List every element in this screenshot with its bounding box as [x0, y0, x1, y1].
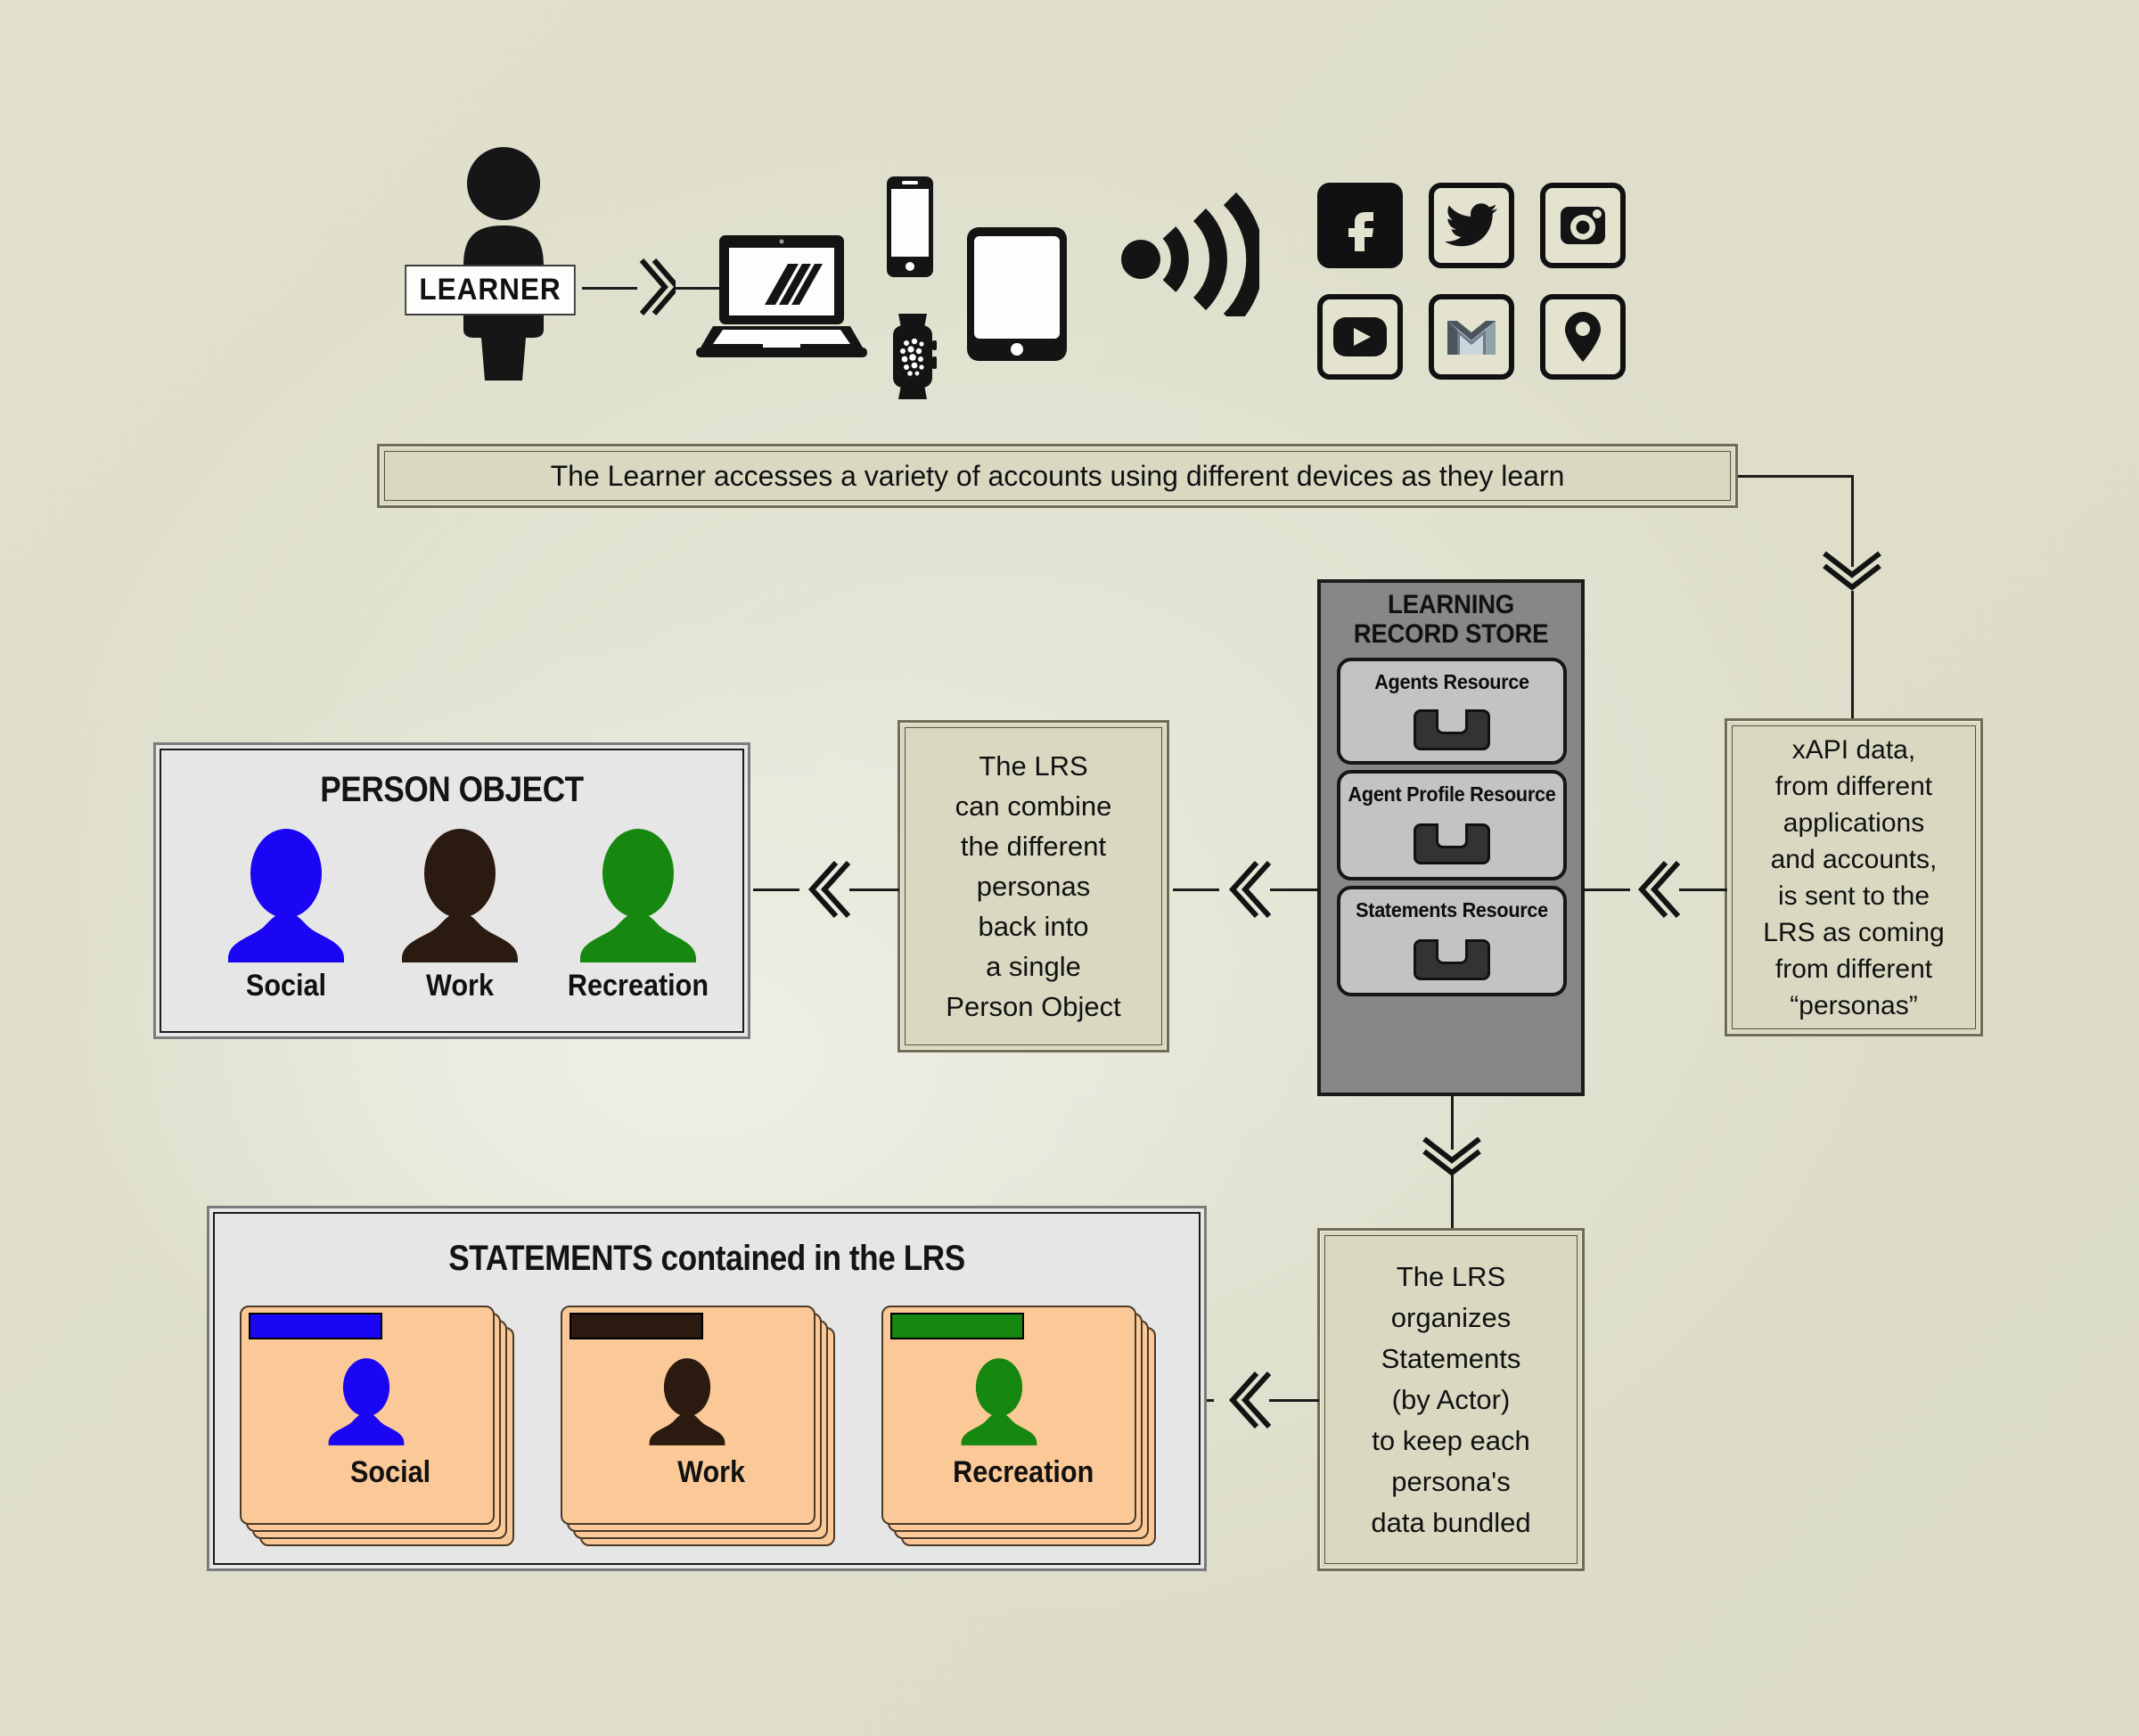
folder-label-recreation: Recreation [953, 1455, 1094, 1489]
folder-tab-social [249, 1313, 382, 1339]
folder-stack-social[interactable]: Social [240, 1306, 516, 1548]
person-silhouette-icon [228, 829, 344, 962]
connector-organize-left [1269, 1399, 1319, 1402]
persona-work: Work [380, 829, 540, 1003]
folder-tab-recreation [890, 1313, 1024, 1339]
lrs-title: LEARNING RECORD STORE [1332, 590, 1571, 649]
person-silhouette-icon [580, 829, 696, 962]
connector-combine-left [849, 888, 899, 891]
folder-body-social[interactable]: Social [240, 1306, 495, 1525]
learner-caption-text: The Learner accesses a variety of accoun… [550, 459, 1565, 492]
drawer-agent-profile-resource[interactable]: Agent Profile Resource [1337, 770, 1567, 880]
location-pin-icon[interactable] [1540, 294, 1626, 380]
drawer-handle-icon[interactable] [1414, 709, 1490, 750]
arrow-learner-to-devices [639, 258, 676, 315]
connector-to-lrs-right [1582, 888, 1630, 891]
connector-lrs-left [1270, 888, 1318, 891]
lrs-organize-box: The LRS organizes Statements (by Actor) … [1317, 1228, 1585, 1571]
twitter-glyph [1446, 203, 1497, 247]
location-pin-glyph [1565, 312, 1601, 362]
statements-title-rest: contained in the LRS [652, 1239, 966, 1278]
connector-xapi-left [1679, 888, 1727, 891]
connector-learner-right [582, 287, 637, 290]
lrs-organize-text: The LRS organizes Statements (by Actor) … [1371, 1260, 1531, 1538]
lrs-combine-text: The LRS can combine the different person… [946, 750, 1121, 1022]
diagram-canvas: LEARNER The Learner accesses a variety o… [0, 0, 2139, 1736]
xapi-data-box: xAPI data, from different applications a… [1725, 718, 1983, 1036]
persona-work-label: Work [426, 969, 494, 1003]
persona-recreation: Recreation [549, 829, 727, 1003]
person-silhouette-icon [328, 1358, 405, 1445]
arrow-caption-to-xapi [1823, 551, 1881, 591]
drawer-handle-icon[interactable] [1414, 823, 1490, 864]
folder-body-recreation[interactable]: Recreation [881, 1306, 1136, 1525]
folder-label-work: Work [677, 1455, 746, 1489]
facebook-glyph [1348, 212, 1373, 251]
person-silhouette-icon [649, 1358, 725, 1445]
wifi-signal-icon [1121, 192, 1265, 327]
statements-panel: STATEMENTS contained in the LRS Social W… [207, 1206, 1207, 1571]
folder-tab-work [570, 1313, 703, 1339]
statements-title: STATEMENTS contained in the LRS [274, 1239, 1140, 1279]
connector-caption-right [1738, 475, 1854, 478]
learner-label-text: LEARNER [419, 273, 561, 307]
gmail-icon[interactable] [1429, 294, 1514, 380]
statements-title-strong: STATEMENTS [448, 1239, 653, 1278]
persona-social: Social [206, 829, 366, 1003]
connector-to-person-object [753, 888, 799, 891]
drawer-statements-resource[interactable]: Statements Resource [1337, 886, 1567, 996]
person-object-panel: PERSON OBJECT Social Work Recreation [153, 742, 750, 1039]
arrow-lrs-to-organize [1422, 1136, 1481, 1176]
connector-to-combine-right [1173, 888, 1219, 891]
persona-social-label: Social [245, 969, 327, 1003]
learner-caption-box: The Learner accesses a variety of accoun… [377, 444, 1738, 508]
drawer-handle-icon[interactable] [1414, 939, 1490, 980]
lrs-combine-box: The LRS can combine the different person… [897, 720, 1169, 1052]
smartwatch-icon [887, 314, 938, 404]
lrs-title-line2: RECORD STORE [1353, 619, 1549, 649]
connector-to-organize [1451, 1175, 1454, 1230]
folder-body-work[interactable]: Work [561, 1306, 815, 1525]
arrow-lrs-to-combine [1228, 860, 1272, 919]
persona-recreation-label: Recreation [567, 969, 709, 1003]
arrow-xapi-to-lrs [1637, 860, 1681, 919]
learning-record-store: LEARNING RECORD STORE Agents Resource Ag… [1317, 579, 1585, 1096]
drawer-statements-resource-label: Statements Resource [1356, 898, 1548, 921]
laptop-icon [693, 233, 870, 367]
arrow-organize-to-statements [1228, 1371, 1272, 1429]
youtube-glyph [1333, 317, 1387, 356]
youtube-icon[interactable] [1317, 294, 1403, 380]
instagram-glyph [1561, 207, 1605, 244]
person-silhouette-icon [961, 1358, 1037, 1445]
lrs-title-line1: LEARNING [1388, 590, 1514, 619]
xapi-data-text: xAPI data, from different applications a… [1763, 734, 1945, 1020]
gmail-glyph [1447, 321, 1496, 355]
instagram-icon[interactable] [1540, 183, 1626, 268]
folder-stack-recreation[interactable]: Recreation [881, 1306, 1158, 1548]
connector-to-xapi [1851, 591, 1854, 720]
folder-stack-work[interactable]: Work [561, 1306, 837, 1548]
arrow-combine-to-person-object [807, 860, 851, 919]
person-silhouette-icon [402, 829, 518, 962]
twitter-icon[interactable] [1429, 183, 1514, 268]
drawer-agents-resource-label: Agents Resource [1374, 670, 1529, 693]
drawer-agents-resource[interactable]: Agents Resource [1337, 658, 1567, 765]
person-object-title: PERSON OBJECT [320, 770, 584, 809]
folder-label-social: Social [350, 1455, 431, 1489]
drawer-agent-profile-resource-label: Agent Profile Resource [1348, 782, 1556, 806]
facebook-icon[interactable] [1317, 183, 1403, 268]
learner-label: LEARNER [405, 265, 576, 315]
tablet-icon [967, 227, 1067, 365]
smartphone-icon [887, 176, 933, 282]
